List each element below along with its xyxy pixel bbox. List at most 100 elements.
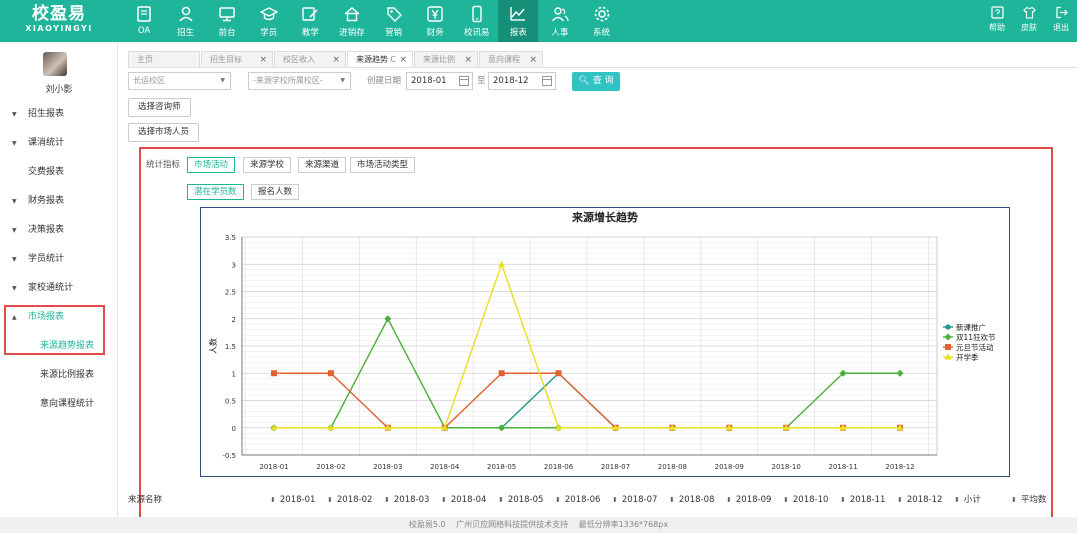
campus-select[interactable]: 长运校区 ▼ <box>128 72 231 90</box>
table-column-header[interactable]: ⬍ 2018-07 <box>612 491 657 509</box>
date-from-input[interactable]: 2018-01 <box>406 72 473 90</box>
legend-marker[interactable] <box>944 333 952 341</box>
metric-option-0[interactable]: 市场活动 <box>187 157 236 173</box>
data-point[interactable] <box>271 370 277 377</box>
nav-item-5[interactable]: 进销存 <box>332 0 372 42</box>
nav-item-0[interactable]: OA <box>124 0 164 42</box>
tab-5[interactable]: 意向课程 × <box>479 51 543 68</box>
table-column-header[interactable]: ⬍ 2018-12 <box>897 491 942 509</box>
y-tick-label: 1.5 <box>225 343 236 351</box>
sort-icon[interactable]: ⬍ <box>498 496 504 504</box>
close-icon[interactable]: × <box>259 52 267 68</box>
sidebar-item-2[interactable]: 交费报表 <box>0 158 118 187</box>
sidebar-item-0[interactable]: ▼ 招生报表 <box>0 100 118 129</box>
sort-icon[interactable]: ⬍ <box>954 496 960 504</box>
metric-option-3[interactable]: 市场活动类型 <box>350 157 416 173</box>
sort-icon[interactable]: ⬍ <box>384 496 390 504</box>
refresh-icon[interactable]: C <box>390 52 396 68</box>
sidebar-subitem-1[interactable]: 来源比例报表 <box>0 361 118 390</box>
table-column-header[interactable]: ⬍ 小计 <box>954 491 981 509</box>
top-right-item-2[interactable]: 退出 <box>1045 0 1077 42</box>
table-column-label: 2018-08 <box>678 495 715 505</box>
nav-item-9[interactable]: 报表 <box>498 0 539 42</box>
table-column-header[interactable]: ⬍ 2018-02 <box>327 491 372 509</box>
sidebar-item-4[interactable]: ▼ 决策报表 <box>0 216 118 245</box>
legend-item[interactable]: 开学季 <box>943 352 979 362</box>
nav-item-7[interactable]: 财务 <box>415 0 455 42</box>
table-column-header[interactable]: ⬍ 平均数 <box>1011 491 1046 509</box>
search-icon: 🔍︎ <box>578 76 590 86</box>
legend-marker[interactable] <box>945 324 951 330</box>
sort-icon[interactable]: ⬍ <box>441 496 447 504</box>
top-right-item-1[interactable]: 皮肤 <box>1013 0 1045 42</box>
sidebar-item-label: 招生报表 <box>28 109 65 119</box>
table-column-header[interactable]: ⬍ 2018-08 <box>669 491 714 509</box>
table-column-header[interactable]: ⬍ 2018-03 <box>384 491 429 509</box>
sort-icon[interactable]: ⬍ <box>270 496 276 504</box>
table-column-header[interactable]: ⬍ 2018-10 <box>783 491 828 509</box>
table-column-header[interactable]: ⬍ 2018-04 <box>441 491 486 509</box>
select-market-staff-button[interactable]: 选择市场人员 <box>128 123 200 142</box>
table-column-header[interactable]: ⬍ 2018-05 <box>498 491 543 509</box>
sidebar-item-5[interactable]: ▼ 学员统计 <box>0 245 118 274</box>
trend-line-chart: 来源增长趋势 -0.5 0 0.5 1 1.5 2 2.5 3 3.5 人数 2018-01 2018-… <box>208 210 996 471</box>
tab-0[interactable]: 主页 <box>128 51 200 68</box>
sort-icon[interactable]: ⬍ <box>612 496 618 504</box>
sort-icon[interactable]: ⬍ <box>327 496 333 504</box>
tab-3[interactable]: 来源趋势 C × <box>347 51 413 68</box>
avatar[interactable] <box>43 52 67 76</box>
help-icon <box>990 6 1004 19</box>
sort-icon[interactable]: ⬍ <box>726 496 732 504</box>
sidebar-item-6[interactable]: ▼ 家校通统计 <box>0 274 118 303</box>
tab-4[interactable]: 来源比例 × <box>414 51 478 68</box>
logo-chinese: 校盈易 <box>32 4 86 24</box>
nav-item-10[interactable]: 人事 <box>540 0 580 42</box>
close-icon[interactable]: × <box>529 52 537 68</box>
search-button[interactable]: 🔍︎ 查 询 <box>572 72 620 91</box>
table-column-header[interactable]: ⬍ 2018-11 <box>840 491 885 509</box>
close-icon[interactable]: × <box>332 52 340 68</box>
close-icon[interactable]: × <box>399 52 407 68</box>
campus-select-value: 长运校区 <box>133 76 165 85</box>
metric-sub-option-1[interactable]: 报名人数 <box>251 184 300 200</box>
sidebar-item-3[interactable]: ▼ 财务报表 <box>0 187 118 216</box>
table-column-header[interactable]: ⬍ 2018-01 <box>270 491 315 509</box>
date-to-input[interactable]: 2018-12 <box>488 72 556 90</box>
table-column-label: 2018-06 <box>564 495 601 505</box>
top-right-item-0[interactable]: 帮助 <box>981 0 1013 42</box>
sort-icon[interactable]: ⬍ <box>783 496 789 504</box>
nav-item-8[interactable]: 校讯易 <box>457 0 497 42</box>
metric-sub-option-0[interactable]: 潜在学员数 <box>187 184 244 200</box>
nav-item-6[interactable]: 营销 <box>374 0 414 42</box>
sidebar-subitem-2[interactable]: 意向课程统计 <box>0 390 118 419</box>
app-logo[interactable]: 校盈易 XIAOYINGYI <box>0 0 118 42</box>
sort-icon[interactable]: ⬍ <box>897 496 903 504</box>
nav-item-2[interactable]: 前台 <box>207 0 247 42</box>
sort-icon[interactable]: ⬍ <box>555 496 561 504</box>
data-point[interactable] <box>555 370 562 377</box>
table-column-header[interactable]: ⬍ 2018-06 <box>555 491 600 509</box>
nav-item-1[interactable]: 招生 <box>166 0 206 42</box>
legend-item[interactable]: 元旦节活动 <box>943 342 994 352</box>
tab-1[interactable]: 招生目标 × <box>201 51 273 68</box>
tab-2[interactable]: 校区收入 × <box>274 51 346 68</box>
legend-marker[interactable] <box>945 344 951 350</box>
nav-item-4[interactable]: 教学 <box>290 0 330 42</box>
metric-option-2[interactable]: 来源渠道 <box>298 157 347 173</box>
table-column-header[interactable]: ⬍ 2018-09 <box>726 491 771 509</box>
select-consultant-button[interactable]: 选择咨询师 <box>128 98 191 117</box>
sort-icon[interactable]: ⬍ <box>669 496 675 504</box>
data-point[interactable] <box>327 370 334 377</box>
sidebar-item-1[interactable]: ▼ 课消统计 <box>0 129 118 158</box>
sort-icon[interactable]: ⬍ <box>1011 496 1017 504</box>
nav-item-3[interactable]: 学员 <box>249 0 289 42</box>
source-school-select[interactable]: -来源学校所属校区- ▼ <box>248 72 351 90</box>
nav-item-11[interactable]: 系统 <box>582 0 622 42</box>
metric-option-1[interactable]: 来源学校 <box>243 157 292 173</box>
nav-item-label: 校讯易 <box>463 28 490 38</box>
data-point[interactable] <box>498 370 505 377</box>
close-icon[interactable]: × <box>464 52 472 68</box>
sort-icon[interactable]: ⬍ <box>840 496 846 504</box>
legend-item[interactable]: 双11狂欢节 <box>943 332 996 342</box>
legend-item[interactable]: 新课推广 <box>943 322 986 332</box>
